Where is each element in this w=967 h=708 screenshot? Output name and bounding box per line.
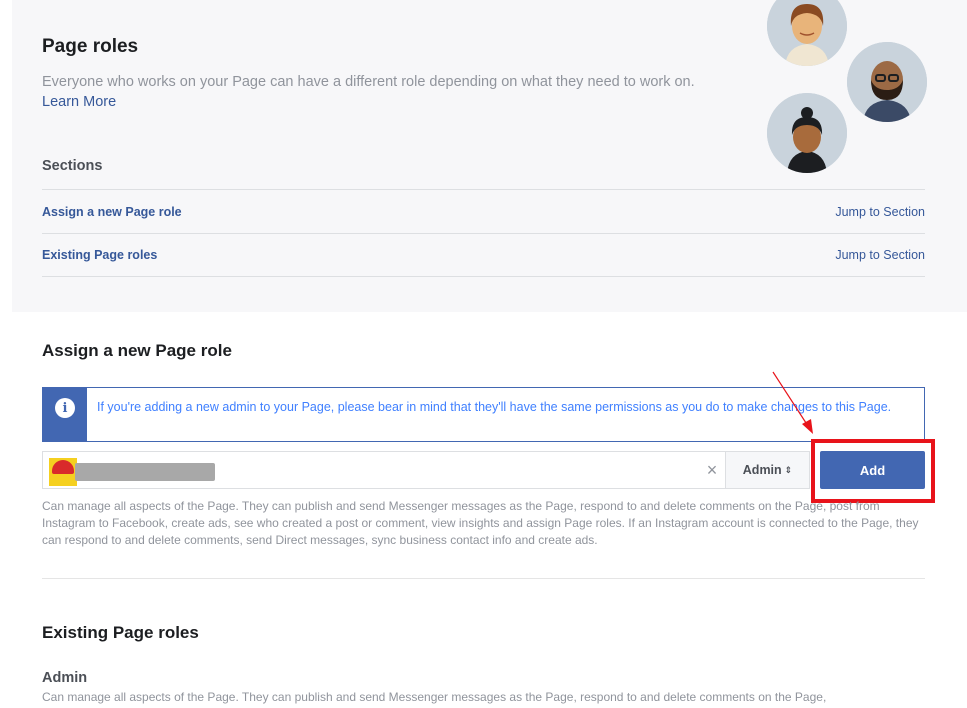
existing-role-description: Can manage all aspects of the Page. They… [42, 690, 827, 704]
section-row-existing: Existing Page roles Jump to Section [42, 233, 925, 277]
section-row-assign: Assign a new Page role Jump to Section [42, 189, 925, 233]
section-link-existing[interactable]: Existing Page roles [42, 248, 157, 262]
bearded-person-avatar-icon [847, 42, 927, 122]
learn-more-link[interactable]: Learn More [42, 94, 116, 110]
redacted-person-name [75, 463, 215, 481]
intro-description: Everyone who works on your Page can have… [42, 74, 695, 90]
highlight-annotation-box [811, 439, 935, 503]
chevron-updown-icon: ⇕ [784, 464, 793, 475]
role-select-value: Admin [742, 463, 782, 477]
existing-roles-heading: Existing Page roles [42, 623, 199, 642]
clear-icon[interactable]: × [703, 460, 721, 480]
role-select[interactable]: Admin ⇕ [726, 451, 810, 489]
selected-person-avatar [49, 458, 77, 486]
jump-to-section-link-assign[interactable]: Jump to Section [835, 205, 925, 219]
arrow-annotation-icon [772, 371, 813, 434]
assign-role-heading: Assign a new Page role [42, 341, 232, 360]
info-icon: i [55, 398, 75, 418]
page-title: Page roles [42, 36, 139, 57]
sections-heading: Sections [42, 158, 103, 174]
notice-icon-box: i [43, 388, 87, 441]
divider [42, 578, 925, 579]
existing-role-label: Admin [42, 670, 88, 686]
person-bun-avatar-icon [767, 93, 847, 173]
section-link-assign[interactable]: Assign a new Page role [42, 205, 182, 219]
jump-to-section-link-existing[interactable]: Jump to Section [835, 248, 925, 262]
role-description: Can manage all aspects of the Page. They… [42, 499, 919, 547]
person-name-input[interactable]: × [42, 451, 726, 489]
intro-text: Everyone who works on your Page can have… [42, 72, 732, 112]
